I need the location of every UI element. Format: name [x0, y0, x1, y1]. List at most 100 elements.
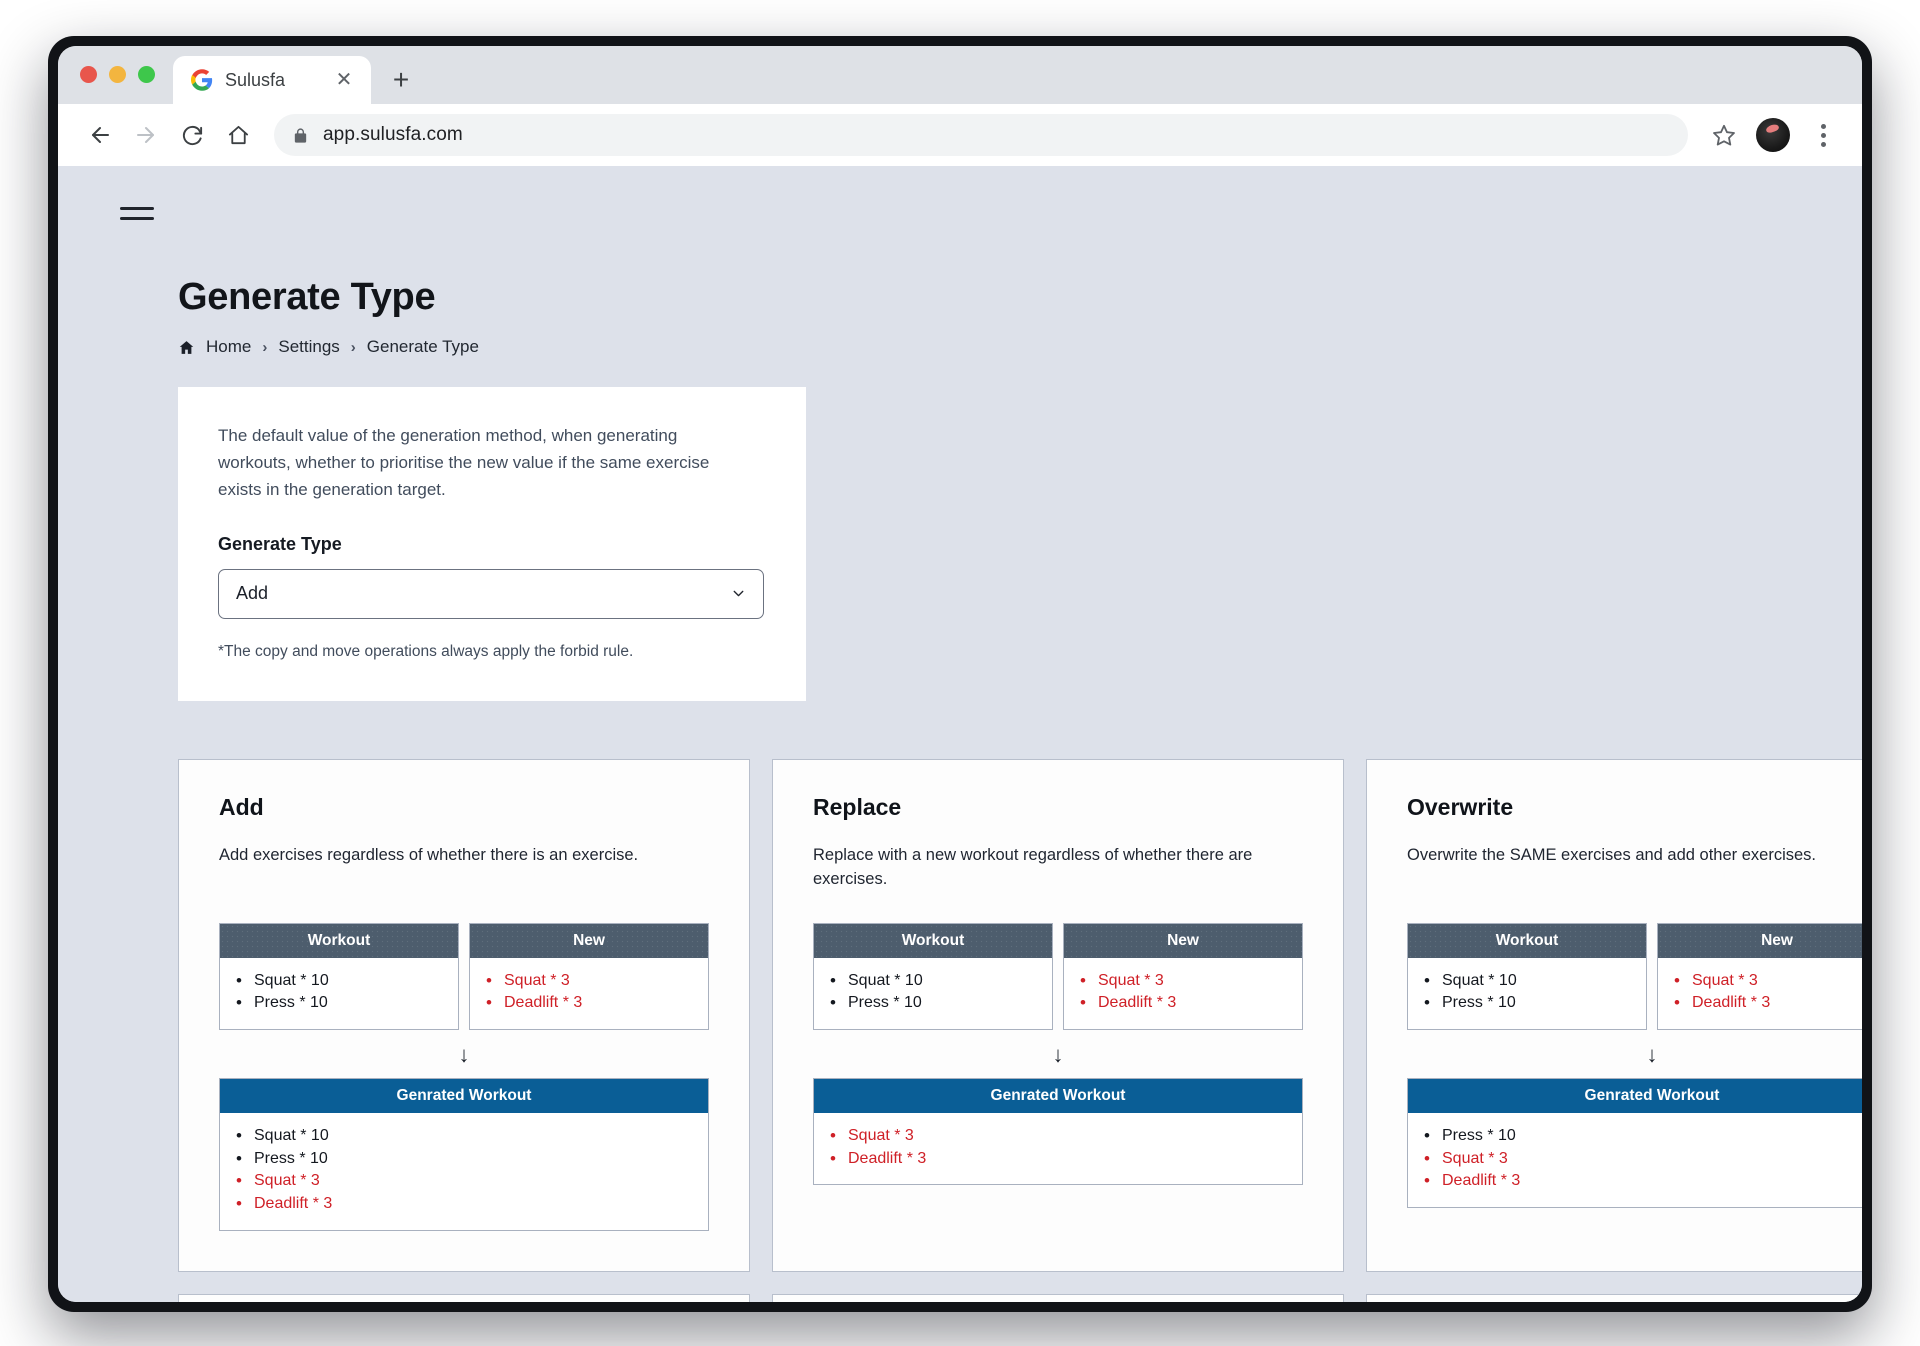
settings-card: The default value of the generation meth…	[178, 387, 806, 701]
exercise-item: Press * 10	[1422, 1124, 1862, 1148]
table-header-generated: Genrated Workout	[1408, 1079, 1862, 1114]
arrow-down-icon: ↓	[1646, 1042, 1658, 1068]
exercise-item-new: Deadlift * 3	[1422, 1169, 1862, 1193]
new-list: Squat * 3Deadlift * 3	[1078, 969, 1288, 1016]
table-header-workout: Workout	[220, 923, 458, 958]
exercise-item-new: Deadlift * 3	[484, 991, 694, 1015]
new-list: Squat * 3Deadlift * 3	[484, 969, 694, 1016]
exercise-item-new: Deadlift * 3	[1672, 991, 1862, 1015]
type-card-prioritise: Prioritise	[178, 1293, 750, 1302]
workout-table: Workout Squat * 10Press * 10	[219, 922, 459, 1031]
card-title: Replace	[813, 793, 902, 820]
breadcrumb-separator: ›	[350, 338, 356, 356]
generated-list: Squat * 3Deadlift * 3	[828, 1124, 1288, 1171]
type-card-unique: Unique	[772, 1293, 1344, 1302]
browser-tab[interactable]: Sulusfa ✕	[173, 56, 371, 104]
new-list: Squat * 3Deadlift * 3	[1672, 969, 1862, 1016]
exercise-item-new: Squat * 3	[484, 969, 694, 993]
url-text: app.sulusfa.com	[323, 124, 463, 145]
workout-table: Workout Squat * 10Press * 10	[813, 922, 1053, 1031]
google-favicon-icon	[191, 69, 213, 91]
sidebar-toggle-button[interactable]	[116, 192, 158, 234]
table-header-workout: Workout	[1408, 923, 1646, 958]
back-arrow-icon[interactable]	[80, 115, 120, 155]
source-tables: Workout Squat * 10Press * 10 New Squat *…	[219, 922, 709, 1031]
card-description: Replace with a new workout regardless of…	[813, 845, 1253, 889]
table-header-new: New	[1064, 923, 1302, 958]
exercise-item-new: Squat * 3	[1672, 969, 1862, 993]
new-table: New Squat * 3Deadlift * 3	[469, 922, 709, 1031]
home-icon[interactable]	[218, 115, 258, 155]
table-header-generated: Genrated Workout	[220, 1079, 708, 1114]
exercise-item-new: Squat * 3	[1078, 969, 1288, 993]
source-tables: Workout Squat * 10Press * 10 New Squat *…	[1407, 922, 1862, 1031]
page-viewport: Generate Type Home › Settings › Generate…	[58, 166, 1862, 1302]
exercise-item: Press * 10	[828, 991, 1038, 1015]
new-table: New Squat * 3Deadlift * 3	[1657, 922, 1862, 1031]
workout-list: Squat * 10Press * 10	[234, 969, 444, 1016]
avatar[interactable]	[1756, 118, 1790, 152]
source-tables: Workout Squat * 10Press * 10 New Squat *…	[813, 922, 1303, 1031]
generated-workout-table: Genrated Workout Squat * 3Deadlift * 3	[813, 1078, 1303, 1186]
close-window-button[interactable]	[80, 65, 97, 83]
workout-table: Workout Squat * 10Press * 10	[1407, 922, 1647, 1031]
tab-strip: Sulusfa ✕ +	[58, 46, 1862, 104]
minimize-window-button[interactable]	[109, 65, 126, 83]
settings-note: *The copy and move operations always app…	[218, 642, 634, 660]
arrow-down-icon: ↓	[1052, 1042, 1064, 1068]
table-header-new: New	[470, 923, 708, 958]
table-header-generated: Genrated Workout	[814, 1079, 1302, 1114]
three-dots-menu-icon[interactable]	[1806, 115, 1840, 155]
exercise-item-new: Deadlift * 3	[1078, 991, 1288, 1015]
star-icon[interactable]	[1704, 115, 1744, 155]
table-header-workout: Workout	[814, 923, 1052, 958]
maximize-window-button[interactable]	[138, 65, 155, 83]
workout-list: Squat * 10Press * 10	[1422, 969, 1632, 1016]
reload-icon[interactable]	[172, 115, 212, 155]
exercise-item: Press * 10	[234, 991, 444, 1015]
lock-icon	[294, 127, 307, 143]
exercise-item: Squat * 10	[234, 1124, 694, 1148]
breadcrumb: Home › Settings › Generate Type	[178, 337, 1804, 357]
type-card-forbid: Forbid	[1366, 1293, 1862, 1302]
browser-toolbar: app.sulusfa.com	[58, 104, 1862, 166]
close-tab-icon[interactable]: ✕	[333, 69, 355, 91]
generated-workout-table: Genrated Workout Squat * 10Press * 10Squ…	[219, 1078, 709, 1231]
card-title: Add	[219, 793, 264, 820]
table-header-new: New	[1658, 923, 1862, 958]
generated-workout-table: Genrated Workout Press * 10Squat * 3Dead…	[1407, 1078, 1862, 1209]
workout-list: Squat * 10Press * 10	[828, 969, 1038, 1016]
generated-list: Press * 10Squat * 3Deadlift * 3	[1422, 1124, 1862, 1193]
breadcrumb-item-settings[interactable]: Settings	[278, 337, 339, 357]
chevron-down-icon	[733, 590, 744, 597]
generate-type-cards-grid: Add Add exercises regardless of whether …	[178, 758, 1862, 1302]
exercise-item-new: Squat * 3	[234, 1169, 694, 1193]
exercise-item: Squat * 10	[828, 969, 1038, 993]
breadcrumb-item-generate-type: Generate Type	[366, 337, 479, 356]
exercise-item-new: Squat * 3	[828, 1124, 1288, 1148]
browser-window: Sulusfa ✕ + app.sulusfa.com Generate Typ…	[58, 46, 1862, 1302]
breadcrumb-separator: ›	[262, 338, 268, 356]
exercise-item: Squat * 10	[234, 969, 444, 993]
card-title: Overwrite	[1407, 793, 1514, 820]
home-icon	[179, 340, 194, 354]
exercise-item-new: Deadlift * 3	[234, 1192, 694, 1216]
device-frame: Sulusfa ✕ + app.sulusfa.com Generate Typ…	[48, 36, 1872, 1312]
exercise-item-new: Deadlift * 3	[828, 1147, 1288, 1171]
type-card-add: Add Add exercises regardless of whether …	[178, 758, 750, 1272]
address-bar[interactable]: app.sulusfa.com	[274, 114, 1688, 156]
generate-type-label: Generate Type	[218, 533, 342, 554]
type-card-overwrite: Overwrite Overwrite the SAME exercises a…	[1366, 758, 1862, 1272]
generate-type-select[interactable]: Add	[218, 568, 764, 619]
exercise-item: Press * 10	[1422, 991, 1632, 1015]
breadcrumb-item-home[interactable]: Home	[206, 337, 251, 357]
settings-description: The default value of the generation meth…	[218, 426, 710, 499]
exercise-item-new: Squat * 3	[1422, 1147, 1862, 1171]
new-tab-button[interactable]: +	[379, 56, 423, 104]
new-table: New Squat * 3Deadlift * 3	[1063, 922, 1303, 1031]
generated-list: Squat * 10Press * 10Squat * 3Deadlift * …	[234, 1124, 694, 1216]
arrow-down-icon: ↓	[458, 1042, 470, 1068]
window-traffic-lights	[80, 46, 155, 104]
forward-arrow-icon[interactable]	[126, 115, 166, 155]
exercise-item: Press * 10	[234, 1147, 694, 1171]
